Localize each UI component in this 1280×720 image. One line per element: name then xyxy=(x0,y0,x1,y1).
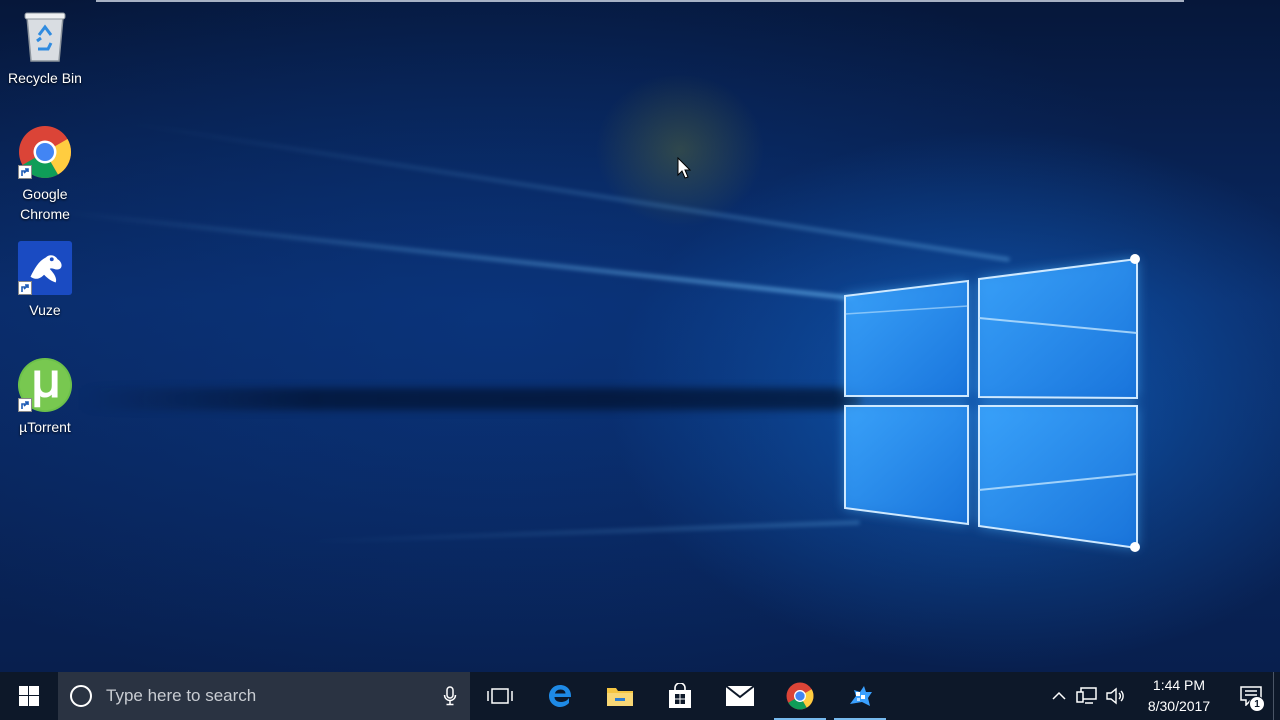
taskbar-mail[interactable] xyxy=(710,672,770,720)
network-icon xyxy=(1076,687,1097,704)
show-hidden-icons-button[interactable] xyxy=(1045,672,1073,720)
store-icon xyxy=(669,683,691,708)
cortana-icon xyxy=(70,685,92,707)
vuze-icon xyxy=(850,686,872,706)
notification-count-badge: 1 xyxy=(1249,696,1265,712)
mail-icon xyxy=(725,685,755,706)
recycle-bin-icon xyxy=(17,8,73,64)
shortcut-arrow-icon xyxy=(18,281,32,295)
taskbar-edge[interactable] xyxy=(530,672,590,720)
show-desktop-button[interactable] xyxy=(1273,672,1280,720)
taskbar-store[interactable] xyxy=(650,672,710,720)
start-button[interactable] xyxy=(0,672,58,720)
desktop[interactable]: Recycle Bin Google Chrome Vuze µTorrent xyxy=(0,0,1280,672)
desktop-icon-recycle-bin[interactable]: Recycle Bin xyxy=(5,8,85,88)
taskbar-vuze[interactable] xyxy=(830,672,890,720)
desktop-icon-google-chrome[interactable]: Google Chrome xyxy=(5,124,85,224)
utorrent-icon xyxy=(17,357,73,413)
clock[interactable]: 1:44 PM 8/30/2017 xyxy=(1135,675,1223,717)
desktop-icon-label: Vuze xyxy=(29,302,61,318)
chevron-up-icon xyxy=(1052,691,1066,700)
task-view-icon xyxy=(487,688,513,704)
volume-button[interactable] xyxy=(1101,672,1129,720)
chrome-icon xyxy=(17,124,73,180)
clock-time: 1:44 PM xyxy=(1152,677,1206,693)
folder-icon xyxy=(607,688,633,706)
windows-start-icon xyxy=(19,686,39,706)
system-tray: 1:44 PM 8/30/2017 1 xyxy=(1045,672,1280,720)
desktop-icon-vuze[interactable]: Vuze xyxy=(5,240,85,320)
chrome-icon xyxy=(786,682,814,710)
taskbar-file-explorer[interactable] xyxy=(590,672,650,720)
clock-date: 8/30/2017 xyxy=(1147,698,1211,714)
edge-icon xyxy=(549,685,572,707)
speaker-icon xyxy=(1106,687,1124,705)
desktop-icon-utorrent[interactable]: µTorrent xyxy=(5,357,85,437)
windows-logo-wallpaper xyxy=(844,254,1140,552)
task-view-button[interactable] xyxy=(470,672,530,720)
search-box[interactable]: Type here to search xyxy=(58,672,470,720)
shortcut-arrow-icon xyxy=(18,165,32,179)
taskbar: Type here to search 1:44 PM 8/30/2017 1 xyxy=(0,672,1280,720)
desktop-icon-label: Google Chrome xyxy=(20,186,70,222)
mouse-cursor-icon xyxy=(677,157,692,179)
taskbar-chrome[interactable] xyxy=(770,672,830,720)
microphone-icon[interactable] xyxy=(430,686,470,706)
action-center-button[interactable]: 1 xyxy=(1229,672,1273,720)
vuze-icon xyxy=(17,240,73,296)
network-button[interactable] xyxy=(1073,672,1101,720)
desktop-icon-label: µTorrent xyxy=(19,419,71,435)
search-placeholder: Type here to search xyxy=(106,686,257,705)
desktop-icon-label: Recycle Bin xyxy=(8,70,82,86)
shortcut-arrow-icon xyxy=(18,398,32,412)
